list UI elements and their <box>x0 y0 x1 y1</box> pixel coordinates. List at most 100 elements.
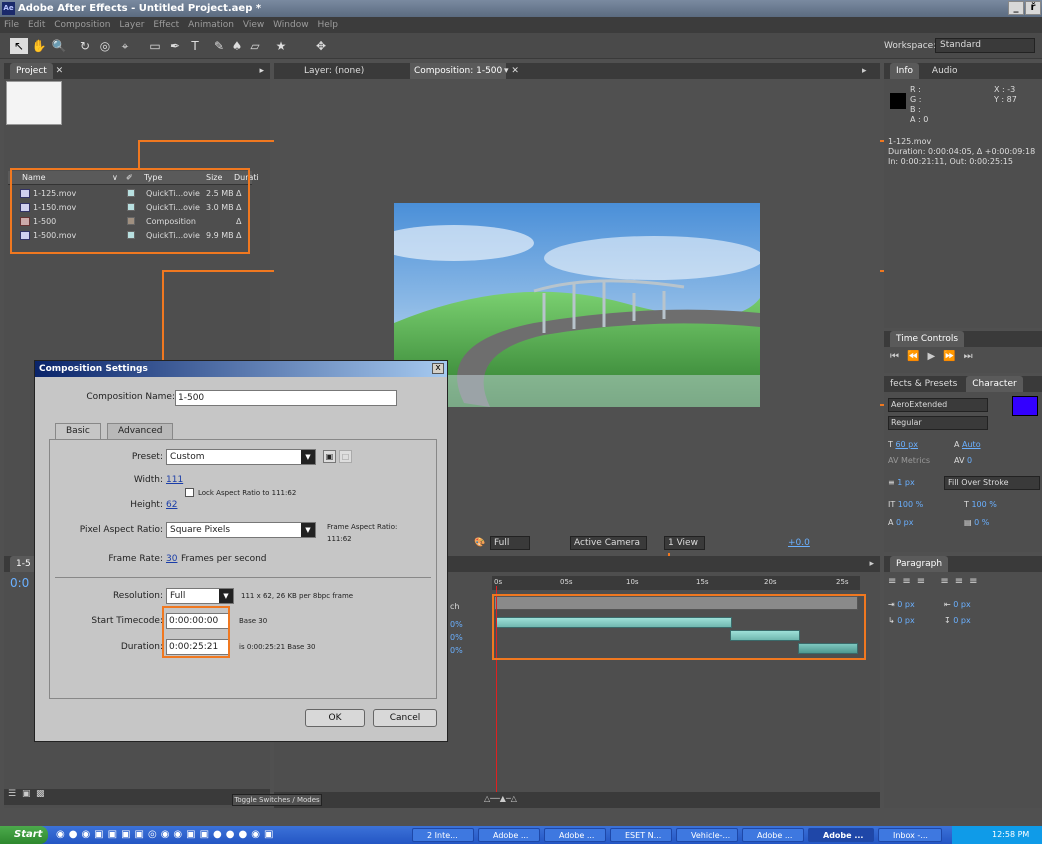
menu-effect[interactable]: Effect <box>153 20 179 30</box>
toggle-switches-modes-button[interactable]: Toggle Switches / Modes <box>232 794 322 806</box>
ok-button[interactable]: OK <box>305 709 365 727</box>
taskbar-item-adobe-3[interactable]: Adobe ... <box>742 828 804 842</box>
pan-behind-tool-icon[interactable]: ⌖ <box>116 38 134 54</box>
resolution-dropdown[interactable]: Full <box>490 536 531 550</box>
tab-time-controls[interactable]: Time Controls <box>890 331 965 347</box>
view-layout-dropdown[interactable]: 1 View <box>664 536 705 550</box>
time-ruler[interactable]: 0s 05s 10s 15s 20s 25s <box>492 576 860 590</box>
brush-tool-icon[interactable]: ✎ <box>210 38 228 54</box>
tab-info[interactable]: Info <box>890 63 920 79</box>
preset-dropdown[interactable]: Custom ▼ <box>166 449 316 465</box>
tab-advanced[interactable]: Advanced <box>107 423 174 439</box>
clone-stamp-tool-icon[interactable]: ♠ <box>228 38 246 54</box>
menu-window[interactable]: Window <box>273 20 309 30</box>
font-style-dropdown[interactable]: Regular <box>888 416 988 430</box>
zoom-tool-icon[interactable]: 🔍 <box>50 38 68 54</box>
tsume-field[interactable]: ▤ 0 % <box>964 518 989 527</box>
width-value[interactable]: 111 <box>166 475 183 485</box>
tab-timeline[interactable]: 1-5 <box>10 556 37 572</box>
menu-composition[interactable]: Composition <box>54 20 110 30</box>
selection-tool-icon[interactable]: ↖ <box>10 38 28 54</box>
font-family-dropdown[interactable]: AeroExtended <box>888 398 988 412</box>
tab-basic[interactable]: Basic <box>55 423 101 439</box>
playback-controls[interactable]: ⏮⏪▶⏩⏭ <box>890 351 981 362</box>
frame-aspect-label: Frame Aspect Ratio: <box>327 523 398 531</box>
taskbar-item-inbox[interactable]: Inbox -... <box>878 828 942 842</box>
taskbar-item-adobe-2[interactable]: Adobe ... <box>544 828 606 842</box>
pen-tool-icon[interactable]: ✒ <box>166 38 184 54</box>
menu-view[interactable]: View <box>243 20 264 30</box>
tab-project[interactable]: Project <box>10 63 53 79</box>
eraser-tool-icon[interactable]: ▱ <box>246 38 264 54</box>
taskbar-item-adobe-1[interactable]: Adobe ... <box>478 828 540 842</box>
color-picker-icon[interactable]: 🎨 <box>474 535 485 551</box>
taskbar-item-vehicle[interactable]: Vehicle-... <box>676 828 738 842</box>
composition-name-input[interactable]: 1-500 <box>175 390 397 406</box>
rotation-tool-icon[interactable]: ↻ <box>76 38 94 54</box>
current-time-display[interactable]: 0:0 <box>10 576 29 590</box>
leading-field[interactable]: A Auto <box>954 440 981 449</box>
resolution-dropdown[interactable]: Full ▼ <box>166 588 234 604</box>
baseline-shift-field[interactable]: A 0 px <box>888 518 913 527</box>
quick-launch-icons[interactable]: ◉●◉▣▣▣▣◎◉◉▣▣●●●◉▣ <box>56 828 346 842</box>
font-size-field[interactable]: T 60 px <box>888 440 918 449</box>
preset-label: Preset: <box>131 452 163 462</box>
first-line-indent-field[interactable]: ↳ 0 px <box>888 616 915 625</box>
panel-menu-icon[interactable]: ▸ <box>869 556 874 572</box>
text-tool-icon[interactable]: T <box>186 38 204 54</box>
rectangle-tool-icon[interactable]: ▭ <box>146 38 164 54</box>
pixel-aspect-label: Pixel Aspect Ratio: <box>79 525 163 535</box>
menu-help[interactable]: Help <box>317 20 338 30</box>
menu-edit[interactable]: Edit <box>28 20 45 30</box>
new-comp-icon[interactable]: ▩ <box>36 789 45 799</box>
restore-button[interactable]: ř <box>1025 1 1041 15</box>
close-icon[interactable]: ✕ <box>56 66 64 76</box>
stroke-width-field[interactable]: ≡ 1 px <box>888 478 915 487</box>
camera-dropdown[interactable]: Active Camera <box>570 536 648 550</box>
cancel-button[interactable]: Cancel <box>373 709 437 727</box>
horizontal-scale-field[interactable]: T 100 % <box>964 500 997 509</box>
exposure-value[interactable]: +0.0 <box>788 535 810 551</box>
tab-character[interactable]: Character <box>966 376 1023 392</box>
hand-tool-icon[interactable]: ✋ <box>30 38 48 54</box>
tab-effects-presets[interactable]: fects & Presets <box>890 379 957 389</box>
puppet-tool-icon[interactable]: ★ <box>272 38 290 54</box>
taskbar-item-eset[interactable]: ESET N... <box>610 828 672 842</box>
height-value[interactable]: 62 <box>166 500 177 510</box>
panel-menu-icon[interactable]: ▸ <box>259 63 264 79</box>
camera-tool-icon[interactable]: ◎ <box>96 38 114 54</box>
start-button[interactable]: Start <box>0 826 48 844</box>
indent-left-field[interactable]: ⇥ 0 px <box>888 600 915 609</box>
fill-color-swatch[interactable] <box>1012 396 1038 416</box>
tab-paragraph[interactable]: Paragraph <box>890 556 949 572</box>
workspace-dropdown[interactable]: Standard <box>935 38 1035 53</box>
dialog-close-button[interactable]: x <box>432 363 444 374</box>
stroke-type-dropdown[interactable]: Fill Over Stroke <box>944 476 1040 490</box>
taskbar-item-after-effects[interactable]: Adobe ... <box>808 828 874 842</box>
tracking-field[interactable]: AV 0 <box>954 456 972 465</box>
menu-file[interactable]: File <box>4 20 19 30</box>
menu-animation[interactable]: Animation <box>188 20 234 30</box>
close-icon[interactable]: ▾ ✕ <box>504 63 519 79</box>
delete-preset-icon[interactable]: □ <box>339 450 352 463</box>
panel-menu-icon[interactable]: ▸ <box>862 63 867 79</box>
menu-layer[interactable]: Layer <box>119 20 144 30</box>
lock-aspect-checkbox[interactable] <box>185 488 194 497</box>
tab-layer[interactable]: Layer: (none) <box>304 63 364 79</box>
new-folder-icon[interactable]: ▣ <box>22 789 31 799</box>
tab-composition[interactable]: Composition: 1-500 <box>410 63 507 79</box>
frame-rate-value[interactable]: 30 <box>166 554 177 564</box>
save-preset-icon[interactable]: ▣ <box>323 450 336 463</box>
alignment-buttons[interactable]: ≡≡≡ ≡≡≡ <box>888 576 983 587</box>
tab-audio[interactable]: Audio <box>932 66 958 76</box>
pixel-aspect-dropdown[interactable]: Square Pixels ▼ <box>166 522 316 538</box>
taskbar-item-ie[interactable]: 2 Inte... <box>412 828 474 842</box>
interpret-footage-icon[interactable]: ☰ <box>8 789 16 799</box>
zoom-slider[interactable]: △──▲─△ <box>484 794 584 804</box>
axis-mode-icon[interactable]: ✥ <box>312 38 330 54</box>
space-after-field[interactable]: ↧ 0 px <box>944 616 971 625</box>
kerning-field[interactable]: AV Metrics <box>888 456 930 465</box>
minimize-button[interactable]: _ <box>1008 1 1024 15</box>
vertical-scale-field[interactable]: IT 100 % <box>888 500 923 509</box>
indent-right-field[interactable]: ⇤ 0 px <box>944 600 971 609</box>
